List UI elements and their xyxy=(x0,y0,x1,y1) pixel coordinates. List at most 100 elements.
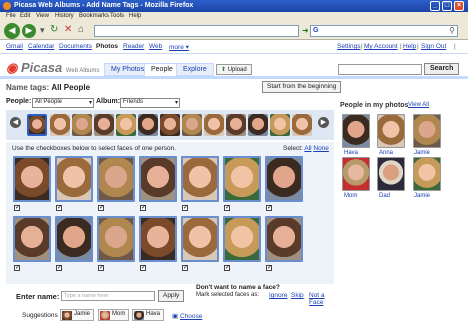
face-thumbnail[interactable] xyxy=(181,216,219,262)
apply-button[interactable]: Apply xyxy=(158,290,185,302)
person-name[interactable]: Jamie xyxy=(414,193,430,199)
menu-bookmarks[interactable]: Bookmarks xyxy=(79,13,109,19)
face-thumbnail[interactable] xyxy=(13,216,51,262)
gbar-more[interactable]: more ▾ xyxy=(169,43,189,51)
strip-thumbnail[interactable] xyxy=(116,114,136,136)
home-icon[interactable]: ⌂ xyxy=(78,24,84,35)
strip-thumbnail[interactable] xyxy=(27,114,47,136)
strip-thumbnail[interactable] xyxy=(50,114,70,136)
person-mom[interactable] xyxy=(342,157,370,191)
gbar-my-account[interactable]: My Account xyxy=(364,43,398,50)
maximize-button[interactable]: □ xyxy=(442,1,452,11)
select-all-link[interactable]: All xyxy=(304,145,311,152)
picasa-logo[interactable]: ◉ Picasa Web Albums xyxy=(6,60,99,76)
face-thumbnail[interactable] xyxy=(181,156,219,202)
people-select[interactable]: All People ▾ xyxy=(32,98,94,108)
menu-view[interactable]: View xyxy=(36,13,49,19)
name-input[interactable]: Type a name here xyxy=(61,291,155,301)
person-dad[interactable] xyxy=(377,157,405,191)
person-jamie[interactable] xyxy=(413,114,441,148)
face-checkbox[interactable]: ✓ xyxy=(224,205,230,211)
menu-edit[interactable]: Edit xyxy=(20,13,30,19)
strip-thumbnail[interactable] xyxy=(182,114,202,136)
menu-tools[interactable]: Tools xyxy=(110,13,124,19)
face-thumbnail[interactable] xyxy=(265,216,303,262)
face-checkbox[interactable]: ✓ xyxy=(56,205,62,211)
strip-thumbnail[interactable] xyxy=(94,114,114,136)
face-checkbox[interactable]: ✓ xyxy=(14,265,20,271)
face-checkbox[interactable]: ✓ xyxy=(266,205,272,211)
upload-button[interactable]: ⬆ Upload xyxy=(216,64,252,75)
face-thumbnail[interactable] xyxy=(13,156,51,202)
face-thumbnail[interactable] xyxy=(97,156,135,202)
face-checkbox[interactable]: ✓ xyxy=(140,205,146,211)
gbar-sign-out[interactable]: Sign Out xyxy=(421,43,446,50)
person-name[interactable]: Jamie xyxy=(414,150,430,156)
menu-file[interactable]: File xyxy=(6,13,16,19)
face-checkbox[interactable]: ✓ xyxy=(266,265,272,271)
menu-history[interactable]: History xyxy=(55,13,74,19)
face-thumbnail[interactable] xyxy=(55,156,93,202)
choose-control[interactable]: ▣ Choose xyxy=(172,312,202,320)
url-field[interactable] xyxy=(94,25,299,37)
stop-icon[interactable]: ✕ xyxy=(64,24,72,35)
face-thumbnail[interactable] xyxy=(139,216,177,262)
search-button[interactable]: Search xyxy=(424,63,460,75)
face-thumbnail[interactable] xyxy=(223,216,261,262)
strip-thumbnail[interactable] xyxy=(292,114,312,136)
person-hava[interactable] xyxy=(342,114,370,148)
suggestion-hava[interactable]: Hava xyxy=(132,309,165,321)
strip-thumbnail[interactable] xyxy=(248,114,268,136)
strip-prev-icon[interactable]: ◀ xyxy=(10,117,21,128)
strip-thumbnail[interactable] xyxy=(270,114,290,136)
face-thumbnail[interactable] xyxy=(265,156,303,202)
tab-explore[interactable]: Explore xyxy=(176,63,214,76)
gbar-calendar[interactable]: Calendar xyxy=(28,43,54,50)
ignore-link[interactable]: Ignore xyxy=(269,292,287,299)
face-thumbnail[interactable] xyxy=(97,216,135,262)
strip-thumbnail[interactable] xyxy=(138,114,158,136)
go-icon[interactable]: ➜ xyxy=(302,26,309,35)
browser-search-field[interactable]: G ⚲ xyxy=(310,25,458,37)
person-jamie-2[interactable] xyxy=(413,157,441,191)
face-checkbox[interactable]: ✓ xyxy=(98,265,104,271)
strip-next-icon[interactable]: ▶ xyxy=(318,117,329,128)
face-thumbnail[interactable] xyxy=(139,156,177,202)
gbar-gmail[interactable]: Gmail xyxy=(6,43,23,50)
gbar-web[interactable]: Web xyxy=(149,43,162,50)
minimize-button[interactable]: _ xyxy=(430,1,440,11)
forward-icon[interactable]: ▶ xyxy=(22,24,36,38)
strip-thumbnail[interactable] xyxy=(226,114,246,136)
tab-people[interactable]: People xyxy=(144,63,180,76)
person-name[interactable]: Hava xyxy=(344,150,358,156)
select-none-link[interactable]: None xyxy=(313,145,329,152)
gbar-reader[interactable]: Reader xyxy=(123,43,144,50)
face-thumbnail[interactable] xyxy=(55,216,93,262)
face-checkbox[interactable]: ✓ xyxy=(224,265,230,271)
dropdown-icon[interactable]: ▾ xyxy=(40,25,45,36)
suggestion-mom[interactable]: Mom xyxy=(98,309,130,321)
start-over-button[interactable]: Start from the beginning xyxy=(262,81,342,93)
back-icon[interactable]: ◀ xyxy=(4,23,20,39)
reload-icon[interactable]: ↻ xyxy=(50,24,58,35)
face-checkbox[interactable]: ✓ xyxy=(98,205,104,211)
menu-help[interactable]: Help xyxy=(129,13,141,19)
gbar-settings[interactable]: Settings xyxy=(337,43,361,50)
strip-thumbnail[interactable] xyxy=(160,114,180,136)
gbar-photos[interactable]: Photos xyxy=(96,43,118,50)
face-checkbox[interactable]: ✓ xyxy=(182,205,188,211)
album-select[interactable]: Friends ▾ xyxy=(120,98,180,108)
strip-thumbnail[interactable] xyxy=(204,114,224,136)
view-all-link[interactable]: View All xyxy=(408,102,429,108)
gbar-documents[interactable]: Documents xyxy=(59,43,92,50)
close-window-button[interactable]: × xyxy=(454,1,464,11)
face-checkbox[interactable]: ✓ xyxy=(140,265,146,271)
face-checkbox[interactable]: ✓ xyxy=(56,265,62,271)
person-name[interactable]: Mom xyxy=(344,193,357,199)
person-name[interactable]: Anna xyxy=(379,150,393,156)
not-a-face-link[interactable]: Not a Face xyxy=(309,292,333,306)
choose-link[interactable]: Choose xyxy=(180,313,202,320)
gbar-help[interactable]: Help xyxy=(403,43,416,50)
photo-search-input[interactable] xyxy=(338,64,422,75)
face-checkbox[interactable]: ✓ xyxy=(14,205,20,211)
